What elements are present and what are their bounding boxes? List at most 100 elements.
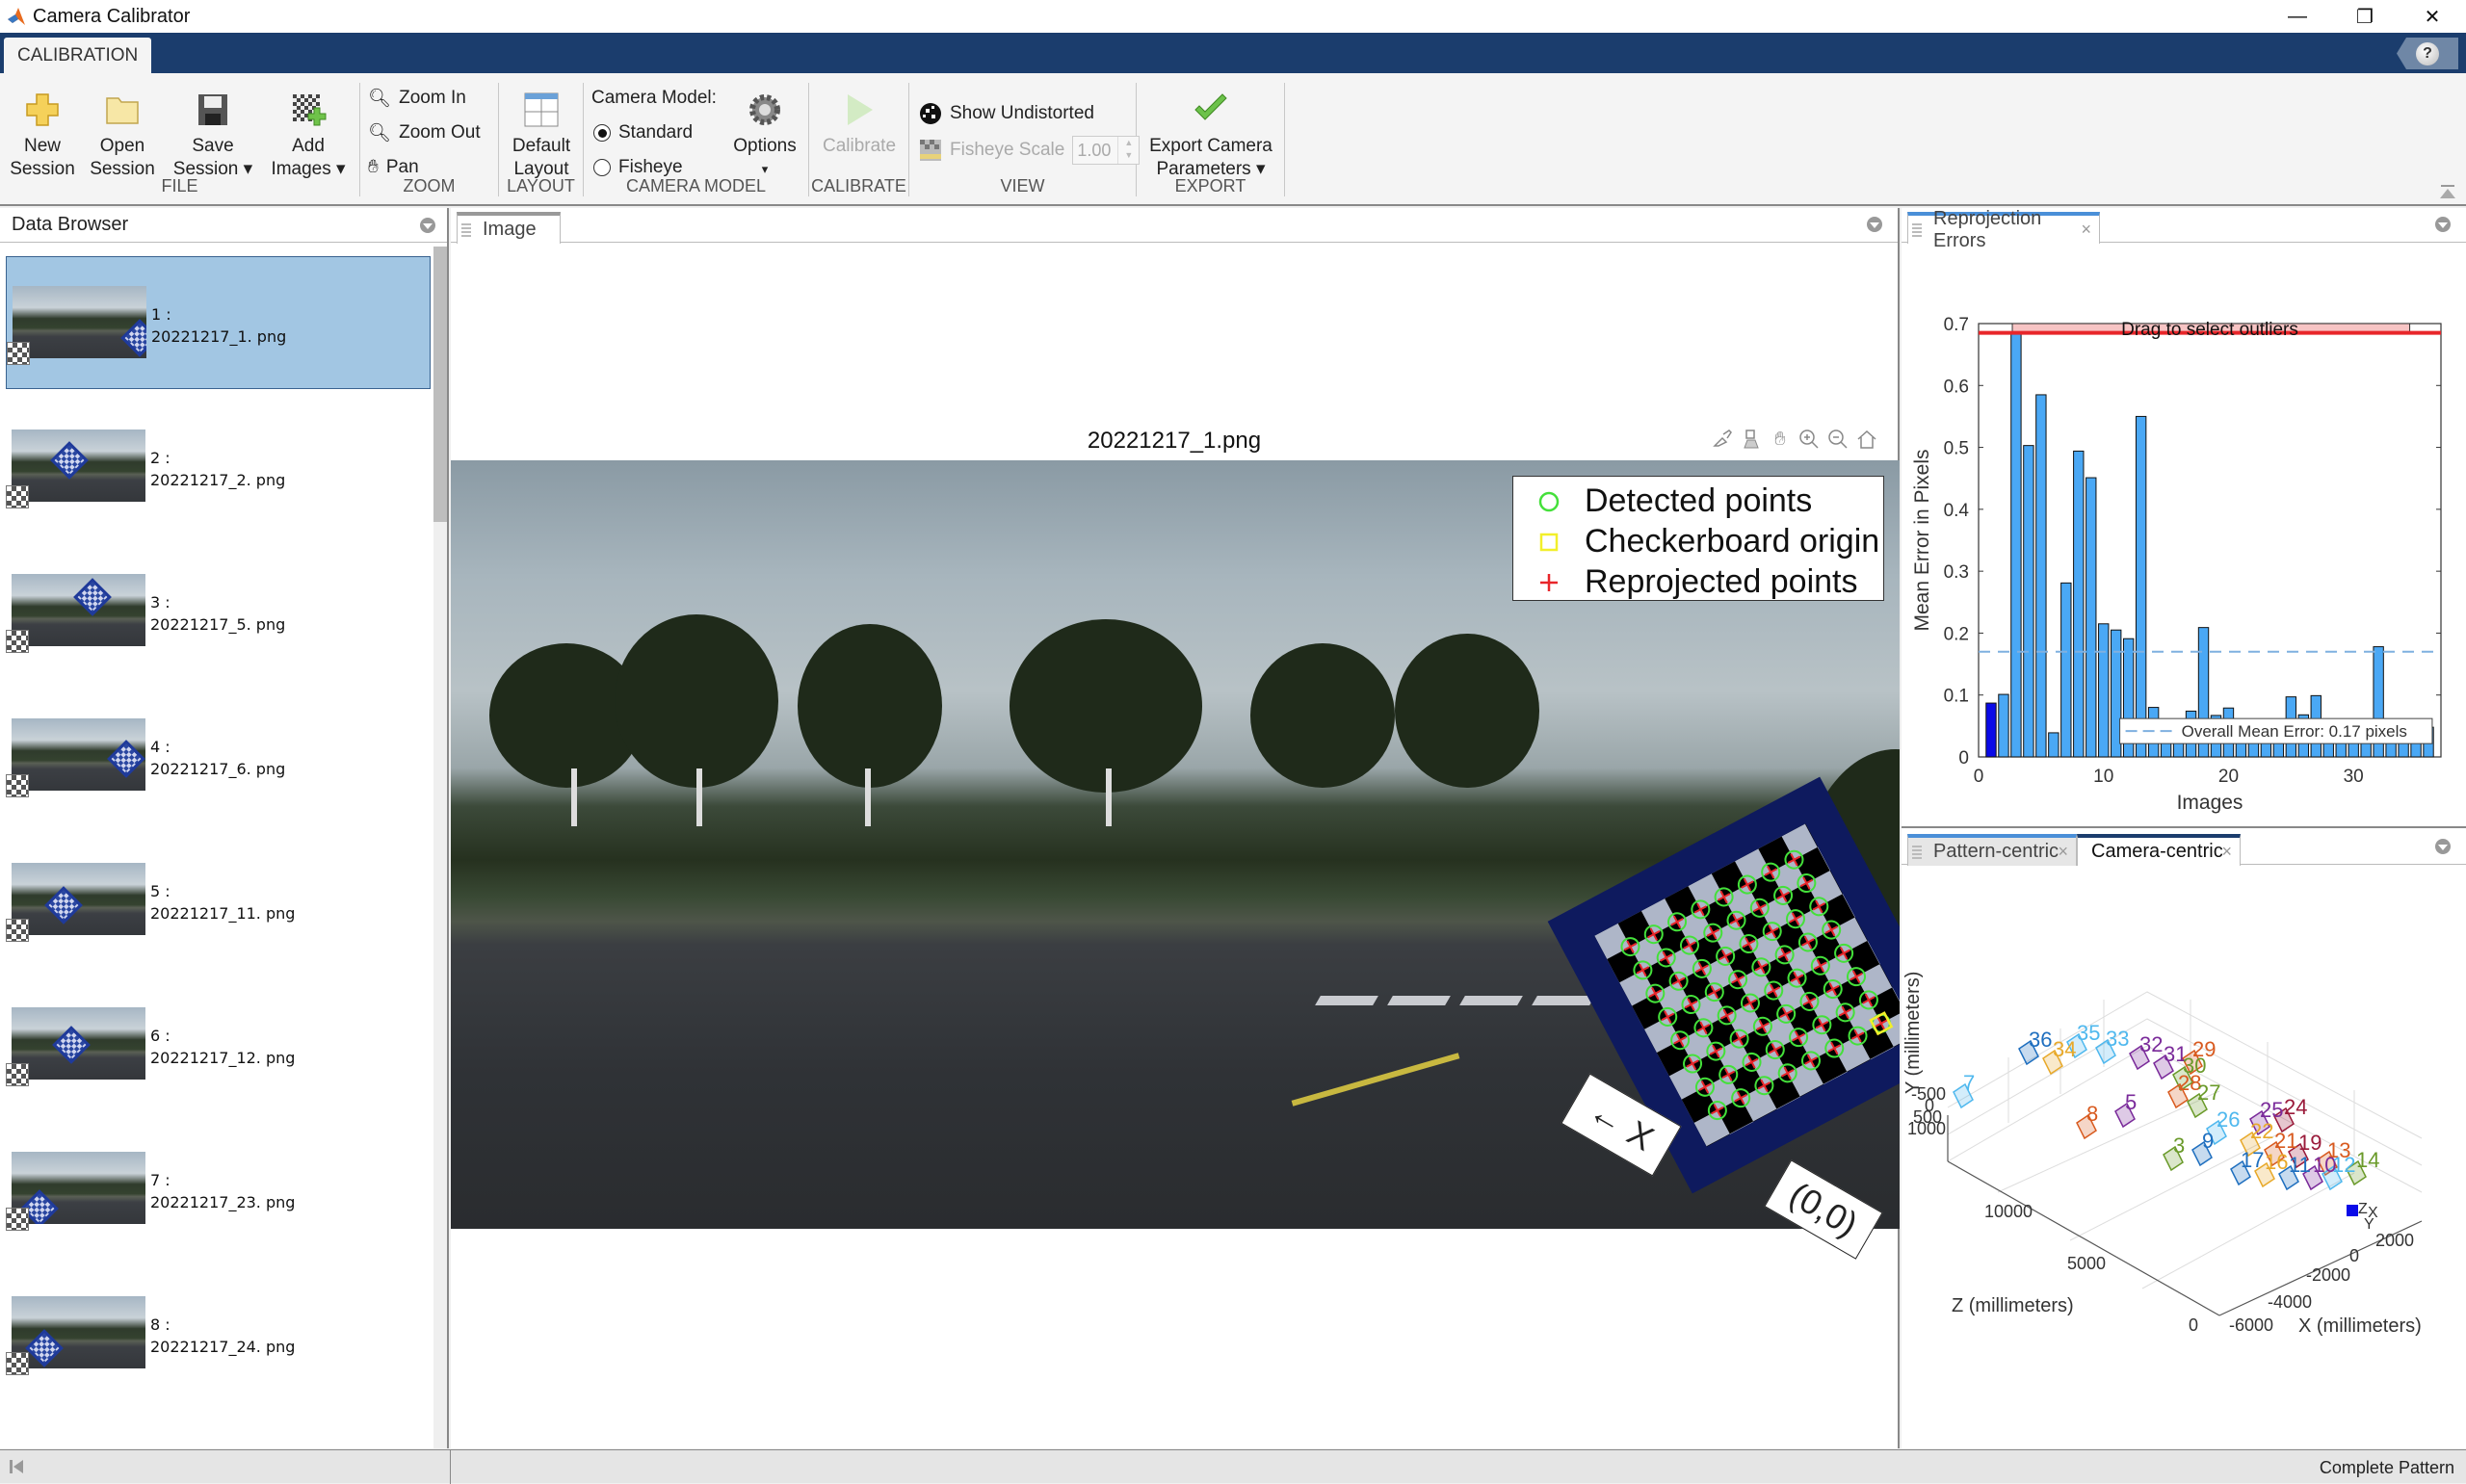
checkerboard-badge-icon (7, 342, 30, 365)
list-item[interactable]: 7 : 20221217_23. png (6, 1123, 431, 1256)
list-item[interactable]: 8 : 20221217_24. png (6, 1267, 431, 1400)
plus-icon (26, 93, 59, 126)
ribbon-tab-bar: CALIBRATION ? (0, 33, 2466, 73)
close-button[interactable]: ✕ (2399, 0, 2466, 33)
list-scrollbar[interactable] (433, 247, 447, 1448)
camera-centric-3d-plot[interactable]: Y (millimeters) Z (millimeters) X (milli… (1902, 865, 2466, 1448)
list-item[interactable]: 3 : 20221217_5. png (6, 545, 431, 678)
item-index: 5 : (150, 882, 171, 900)
calibration-image[interactable]: ← X Detected points Checkerboard origin … (451, 460, 1900, 1229)
y-axis-label: Y (millimeters) (1902, 972, 1924, 1094)
yellow-square-icon (1536, 530, 1561, 555)
image-thumbnail (12, 430, 145, 502)
tab-reprojection-errors[interactable]: Reprojection Errors × (1907, 208, 2100, 251)
tree-trunk (696, 768, 702, 826)
gear-icon (749, 94, 780, 125)
legend-label: Overall Mean Error: 0.17 pixels (2182, 722, 2407, 741)
restore-button[interactable]: ❐ (2331, 0, 2399, 33)
tab-camera-centric[interactable]: Camera-centric × (2077, 834, 2241, 866)
x-axis-label: Images (2177, 792, 2243, 814)
image-thumbnail (12, 1007, 145, 1080)
list-item[interactable]: 6 : 20221217_12. png (6, 978, 431, 1111)
close-tab-icon[interactable]: × (2221, 842, 2232, 862)
zoom-in-icon[interactable] (1797, 428, 1821, 451)
item-index: 7 : (150, 1171, 171, 1189)
tab-pattern-centric[interactable]: Pattern-centric × (1907, 834, 2077, 866)
export-camera-parameters-button[interactable]: Export Camera Parameters ▾ (1141, 83, 1281, 181)
tree-silhouette (1250, 643, 1395, 788)
help-button[interactable]: ? (2397, 38, 2458, 69)
pattern-label: 26 (2217, 1107, 2240, 1132)
drag-grip-icon[interactable] (461, 223, 471, 239)
standard-radio[interactable]: Standard (593, 119, 693, 146)
item-filename: 20221217_6. png (150, 760, 286, 778)
drag-grip-icon[interactable] (1912, 846, 1922, 861)
fisheye-scale-input[interactable]: 1.00 ▲ ▼ (1072, 136, 1141, 165)
crosswalk-stripe (1532, 996, 1595, 1005)
panel-menu-icon[interactable] (2435, 839, 2451, 854)
zoom-out-icon[interactable] (1826, 428, 1850, 451)
checkerboard-badge-icon (6, 1208, 29, 1231)
panel-menu-icon[interactable] (420, 218, 435, 233)
x-tick: -2000 (2306, 1265, 2350, 1285)
x-axis-label: X (millimeters) (2298, 1315, 2422, 1337)
new-session-button[interactable]: New Session (8, 83, 77, 181)
y-tick-label: 0.5 (1944, 439, 1969, 459)
panel-menu-icon[interactable] (1867, 217, 1882, 232)
y-tick-label: 0 (1958, 748, 1969, 768)
home-icon[interactable] (1855, 428, 1878, 451)
add-images-button[interactable]: Add Images ▾ (264, 83, 353, 181)
minimize-button[interactable]: — (2264, 0, 2331, 33)
y-tick-label: 0.6 (1944, 377, 1969, 397)
close-tab-icon[interactable]: × (2058, 842, 2068, 862)
pattern-label: 36 (2029, 1028, 2052, 1052)
pattern-label: 16 (2265, 1150, 2288, 1174)
list-item[interactable]: 2 : 20221217_2. png (6, 401, 431, 534)
fisheye-scale-control: Fisheye Scale 1.00 ▲ ▼ (919, 136, 1141, 165)
ribbon-toolstrip: New Session Open Session Save Session ▾ … (0, 73, 2466, 206)
scrollbar-thumb[interactable] (433, 247, 447, 522)
camera-marker (2347, 1205, 2358, 1216)
item-index: 6 : (150, 1027, 171, 1045)
checkerboard-badge-icon (6, 774, 29, 797)
radio-unselected-icon (593, 159, 611, 176)
drag-grip-icon[interactable] (1912, 223, 1922, 239)
tab-image[interactable]: Image (457, 212, 561, 244)
show-undistorted-button[interactable]: Show Undistorted (919, 100, 1094, 127)
save-session-button[interactable]: Save Session ▾ (170, 83, 256, 181)
bar-image-4 (2023, 445, 2034, 758)
camera-model-group: Camera Model: Standard Fisheye Options ▾… (584, 83, 809, 196)
item-index: 8 : (150, 1315, 171, 1334)
pattern-label: 5 (2125, 1090, 2137, 1114)
options-button[interactable]: Options ▾ (726, 83, 803, 181)
close-tab-icon[interactable]: × (2081, 220, 2091, 240)
reprojection-error-chart[interactable]: Drag to select outliers 0 0.1 0.2 0.3 0.4 0.5 0… (1902, 243, 2466, 828)
data-browser-panel: Data Browser 1 : 20221217_1. png 2 : 202212… (0, 208, 449, 1448)
list-item[interactable]: 4 : 20221217_6. png (6, 690, 431, 822)
x-tick-label: 20 (2218, 767, 2239, 787)
right-panels: Reprojection Errors × Drag to select out… (1902, 208, 2466, 1448)
first-page-icon[interactable] (8, 1458, 25, 1475)
bar-image-3 (2010, 332, 2022, 758)
default-layout-button[interactable]: Default Layout (505, 83, 578, 181)
tab-calibration[interactable]: CALIBRATION (4, 38, 152, 73)
zoom-in-button[interactable]: 🔍︎ Zoom In (368, 85, 466, 112)
list-item[interactable]: 1 : 20221217_1. png (6, 256, 431, 389)
calibrate-button[interactable]: Calibrate (813, 83, 905, 158)
item-index: 3 : (150, 593, 171, 612)
zoom-out-button[interactable]: 🔍︎ Zoom Out (368, 119, 481, 146)
crosswalk-stripe (1387, 996, 1451, 1005)
bar-image-8 (2073, 450, 2085, 758)
pattern-label: 9 (2202, 1129, 2214, 1153)
checkmark-icon (1194, 93, 1227, 120)
brush-icon[interactable] (1711, 428, 1734, 451)
open-session-button[interactable]: Open Session (85, 83, 160, 181)
list-item[interactable]: 5 : 20221217_11. png (6, 834, 431, 967)
data-tip-icon[interactable] (1740, 428, 1763, 451)
image-thumbnail (12, 1296, 145, 1368)
road-marking (1291, 1053, 1460, 1106)
collapse-ribbon-icon[interactable] (2439, 185, 2456, 200)
image-panel: Image 20221217_1.png ✋︎ ← X Detected poi… (451, 208, 1900, 1448)
panel-menu-icon[interactable] (2435, 217, 2451, 232)
pan-hand-icon[interactable]: ✋︎ (1769, 428, 1792, 451)
